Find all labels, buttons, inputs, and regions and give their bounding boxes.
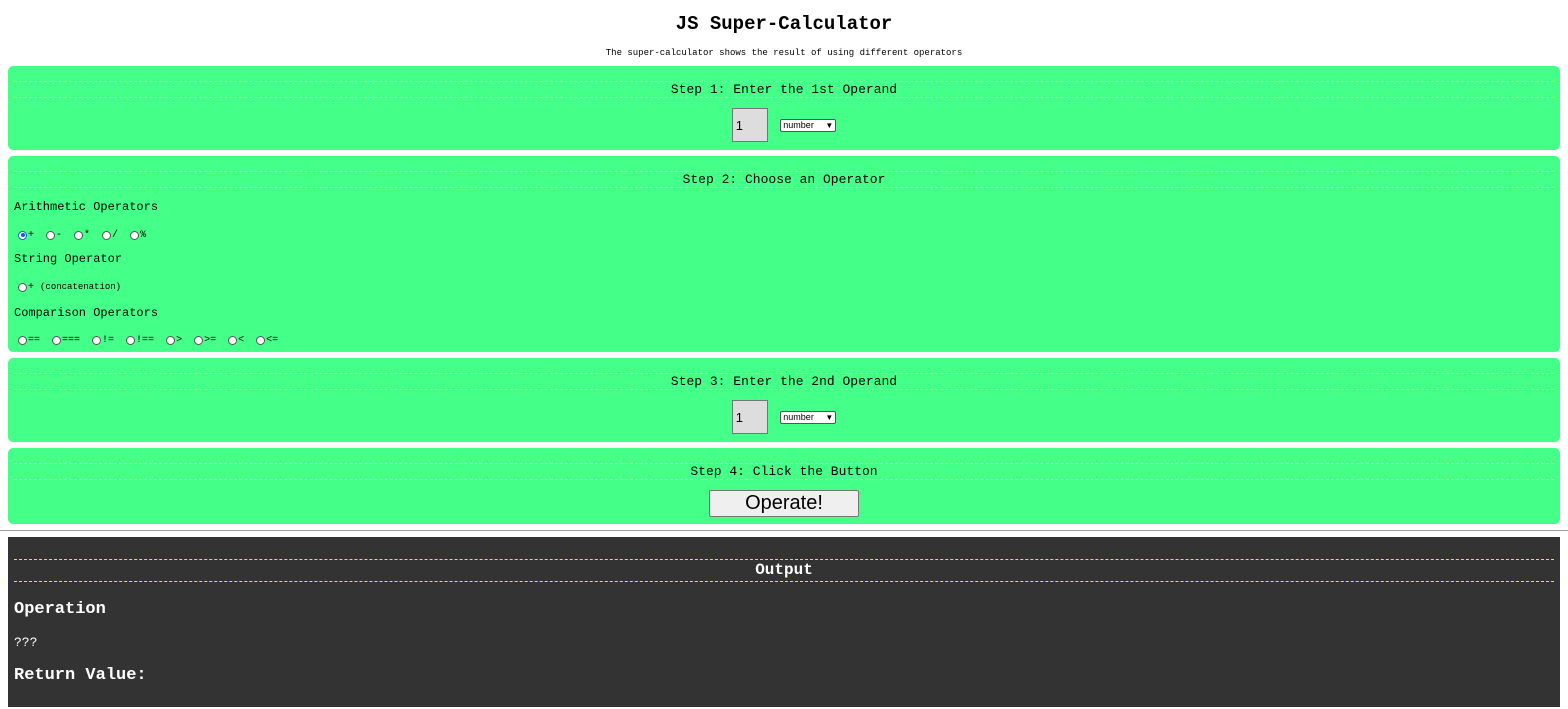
radio-op-subtract[interactable]: - [46,230,62,241]
comparison-operators-row: == === != !== > >= < <= [18,333,1560,347]
page-subtitle: The super-calculator shows the result of… [605,48,963,58]
string-operator-label: String Operator [14,252,123,266]
radio-op-strict-eq[interactable]: === [52,335,80,346]
step2-panel: Step 2: Choose an Operator Arithmetic Op… [8,156,1560,352]
radio-button[interactable] [126,335,136,345]
radio-op-neq[interactable]: != [92,335,114,346]
page-title: JS Super-Calculator [675,13,893,35]
radio-label: / [112,229,119,241]
output-panel: Output Operation ??? Return Value: [8,537,1560,707]
radio-label: + [28,281,35,293]
radio-label: === [62,334,81,346]
step1-panel: Step 1: Enter the 1st Operand number ▼ [8,66,1560,150]
radio-button[interactable] [92,335,102,345]
radio-label: != [102,334,115,346]
arithmetic-operators-label: Arithmetic Operators [14,200,159,214]
radio-op-strict-neq[interactable]: !== [126,335,154,346]
radio-op-gt[interactable]: > [166,335,182,346]
radio-op-divide[interactable]: / [102,230,118,241]
step1-heading: Step 1: Enter the 1st Operand [14,81,1554,98]
operate-button[interactable]: Operate! [709,490,859,517]
radio-label: - [56,229,63,241]
operand1-type-selected: number [783,119,814,130]
radio-label: > [176,334,183,346]
radio-button[interactable] [52,335,62,345]
radio-button[interactable] [256,335,266,345]
operand2-row: number ▼ [8,400,1560,434]
operand2-input[interactable] [731,400,768,434]
return-value-label: Return Value: [14,666,147,685]
radio-label: == [28,334,41,346]
radio-button[interactable] [228,335,238,345]
radio-button[interactable] [18,230,27,240]
radio-button[interactable] [102,230,112,240]
step2-heading: Step 2: Choose an Operator [14,171,1554,188]
operand1-type-select[interactable]: number ▼ [780,118,837,132]
radio-op-modulo[interactable]: % [130,230,146,241]
operand2-type-selected: number [783,411,814,422]
radio-op-lte[interactable]: <= [256,335,278,346]
radio-button[interactable] [74,230,84,240]
radio-op-multiply[interactable]: * [74,230,90,241]
radio-label: + [28,229,35,241]
concat-note: (concatenation) [40,282,122,292]
step3-heading: Step 3: Enter the 2nd Operand [14,373,1554,390]
radio-button[interactable] [18,335,27,345]
radio-label: <= [266,334,279,346]
operate-row: Operate! [8,490,1560,517]
radio-op-gte[interactable]: >= [194,335,216,346]
radio-button[interactable] [46,230,56,240]
operation-label: Operation [14,600,106,619]
radio-label: < [238,334,245,346]
radio-label: >= [204,334,217,346]
radio-op-eq[interactable]: == [18,335,40,346]
arithmetic-operators-row: + - * / % [18,228,1560,242]
operand1-input[interactable] [731,108,768,142]
radio-label: % [140,229,147,241]
radio-button[interactable] [194,335,204,345]
chevron-down-icon: ▼ [825,120,834,130]
radio-button[interactable] [18,282,27,292]
separator [0,530,1568,531]
operand1-row: number ▼ [8,108,1560,142]
radio-op-concat[interactable]: + (concatenation) [18,282,121,293]
radio-op-lt[interactable]: < [228,335,244,346]
output-heading: Output [14,559,1554,582]
radio-label: !== [136,334,155,346]
string-operator-row: + (concatenation) [18,280,1560,294]
operand2-type-select[interactable]: number ▼ [780,410,837,424]
comparison-operators-label: Comparison Operators [14,306,159,320]
operation-value: ??? [14,635,38,650]
radio-button[interactable] [130,230,140,240]
step4-panel: Step 4: Click the Button Operate! [8,448,1560,524]
step4-heading: Step 4: Click the Button [14,463,1554,480]
radio-button[interactable] [166,335,176,345]
radio-op-add[interactable]: + [18,230,34,241]
chevron-down-icon: ▼ [825,412,834,422]
radio-label: * [84,229,91,241]
step3-panel: Step 3: Enter the 2nd Operand number ▼ [8,358,1560,442]
